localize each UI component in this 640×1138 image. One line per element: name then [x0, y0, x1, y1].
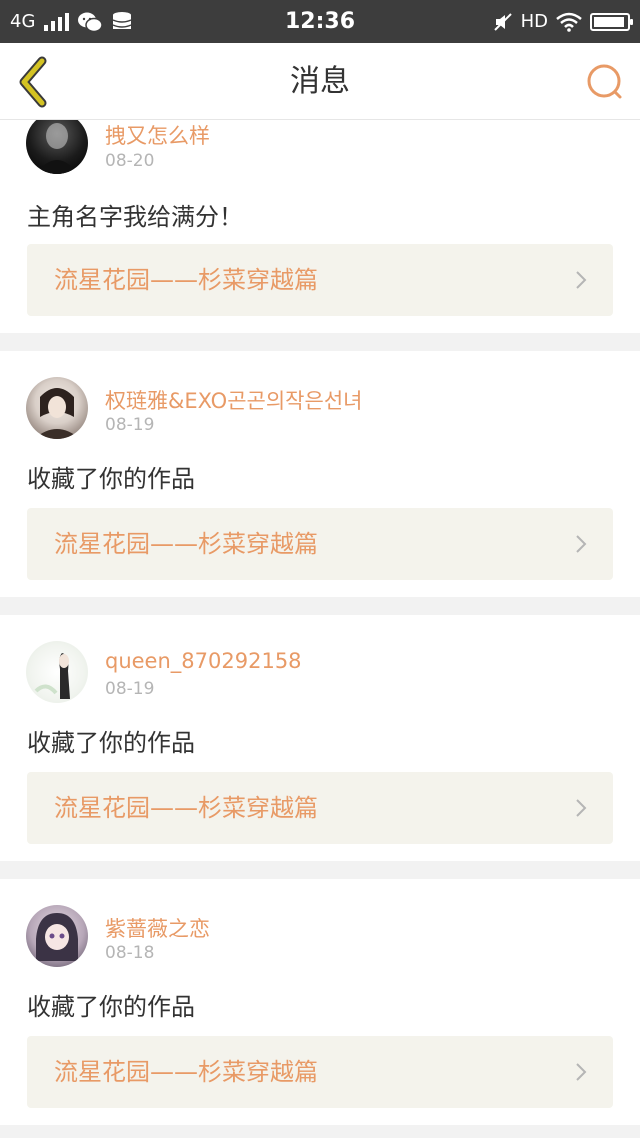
avatar[interactable] [26, 905, 88, 967]
message-date: 08-19 [105, 415, 155, 435]
username[interactable]: 权琏雅&EXO곤곤의작은선녀 [105, 385, 362, 415]
username[interactable]: 紫蔷薇之恋 [105, 913, 210, 943]
nav-bar: 消息 [0, 43, 640, 120]
status-right: HD [493, 0, 633, 43]
hd-label: HD [520, 11, 548, 32]
chevron-right-icon [576, 799, 587, 817]
message-card: 拽又怎么样 08-20 主角名字我给满分！ 流星花园——杉菜穿越篇 [0, 100, 640, 333]
message-text: 主角名字我给满分！ [27, 203, 243, 231]
avatar[interactable] [26, 112, 88, 174]
message-text: 收藏了你的作品 [27, 993, 195, 1021]
search-icon[interactable] [582, 59, 628, 105]
avatar[interactable] [26, 641, 88, 703]
message-card: 紫蔷薇之恋 08-18 收藏了你的作品 流星花园——杉菜穿越篇 [0, 879, 640, 1125]
chevron-right-icon [576, 1063, 587, 1081]
username[interactable]: 拽又怎么样 [105, 120, 210, 150]
page-title: 消息 [290, 64, 350, 99]
work-link[interactable]: 流星花园——杉菜穿越篇 [27, 772, 613, 844]
status-bar: 4G 12:36 HD [0, 0, 640, 43]
message-text: 收藏了你的作品 [27, 465, 195, 493]
mute-icon [493, 12, 512, 31]
username[interactable]: queen_870292158 [105, 649, 302, 673]
message-date: 08-18 [105, 943, 155, 963]
message-date: 08-20 [105, 151, 155, 171]
message-card: 权琏雅&EXO곤곤의작은선녀 08-19 收藏了你的作品 流星花园——杉菜穿越篇 [0, 351, 640, 597]
message-text: 收藏了你的作品 [27, 729, 195, 757]
work-link[interactable]: 流星花园——杉菜穿越篇 [27, 508, 613, 580]
avatar[interactable] [26, 377, 88, 439]
work-link[interactable]: 流星花园——杉菜穿越篇 [27, 244, 613, 316]
work-link[interactable]: 流星花园——杉菜穿越篇 [27, 1036, 613, 1108]
wifi-icon [556, 12, 582, 32]
chevron-right-icon [576, 535, 587, 553]
message-card: queen_870292158 08-19 收藏了你的作品 流星花园——杉菜穿越… [0, 615, 640, 861]
work-title: 流星花园——杉菜穿越篇 [54, 794, 318, 822]
chevron-right-icon [576, 271, 587, 289]
battery-icon [590, 12, 633, 31]
work-title: 流星花园——杉菜穿越篇 [54, 530, 318, 558]
work-title: 流星花园——杉菜穿越篇 [54, 1058, 318, 1086]
work-title: 流星花园——杉菜穿越篇 [54, 266, 318, 294]
message-date: 08-19 [105, 679, 155, 699]
